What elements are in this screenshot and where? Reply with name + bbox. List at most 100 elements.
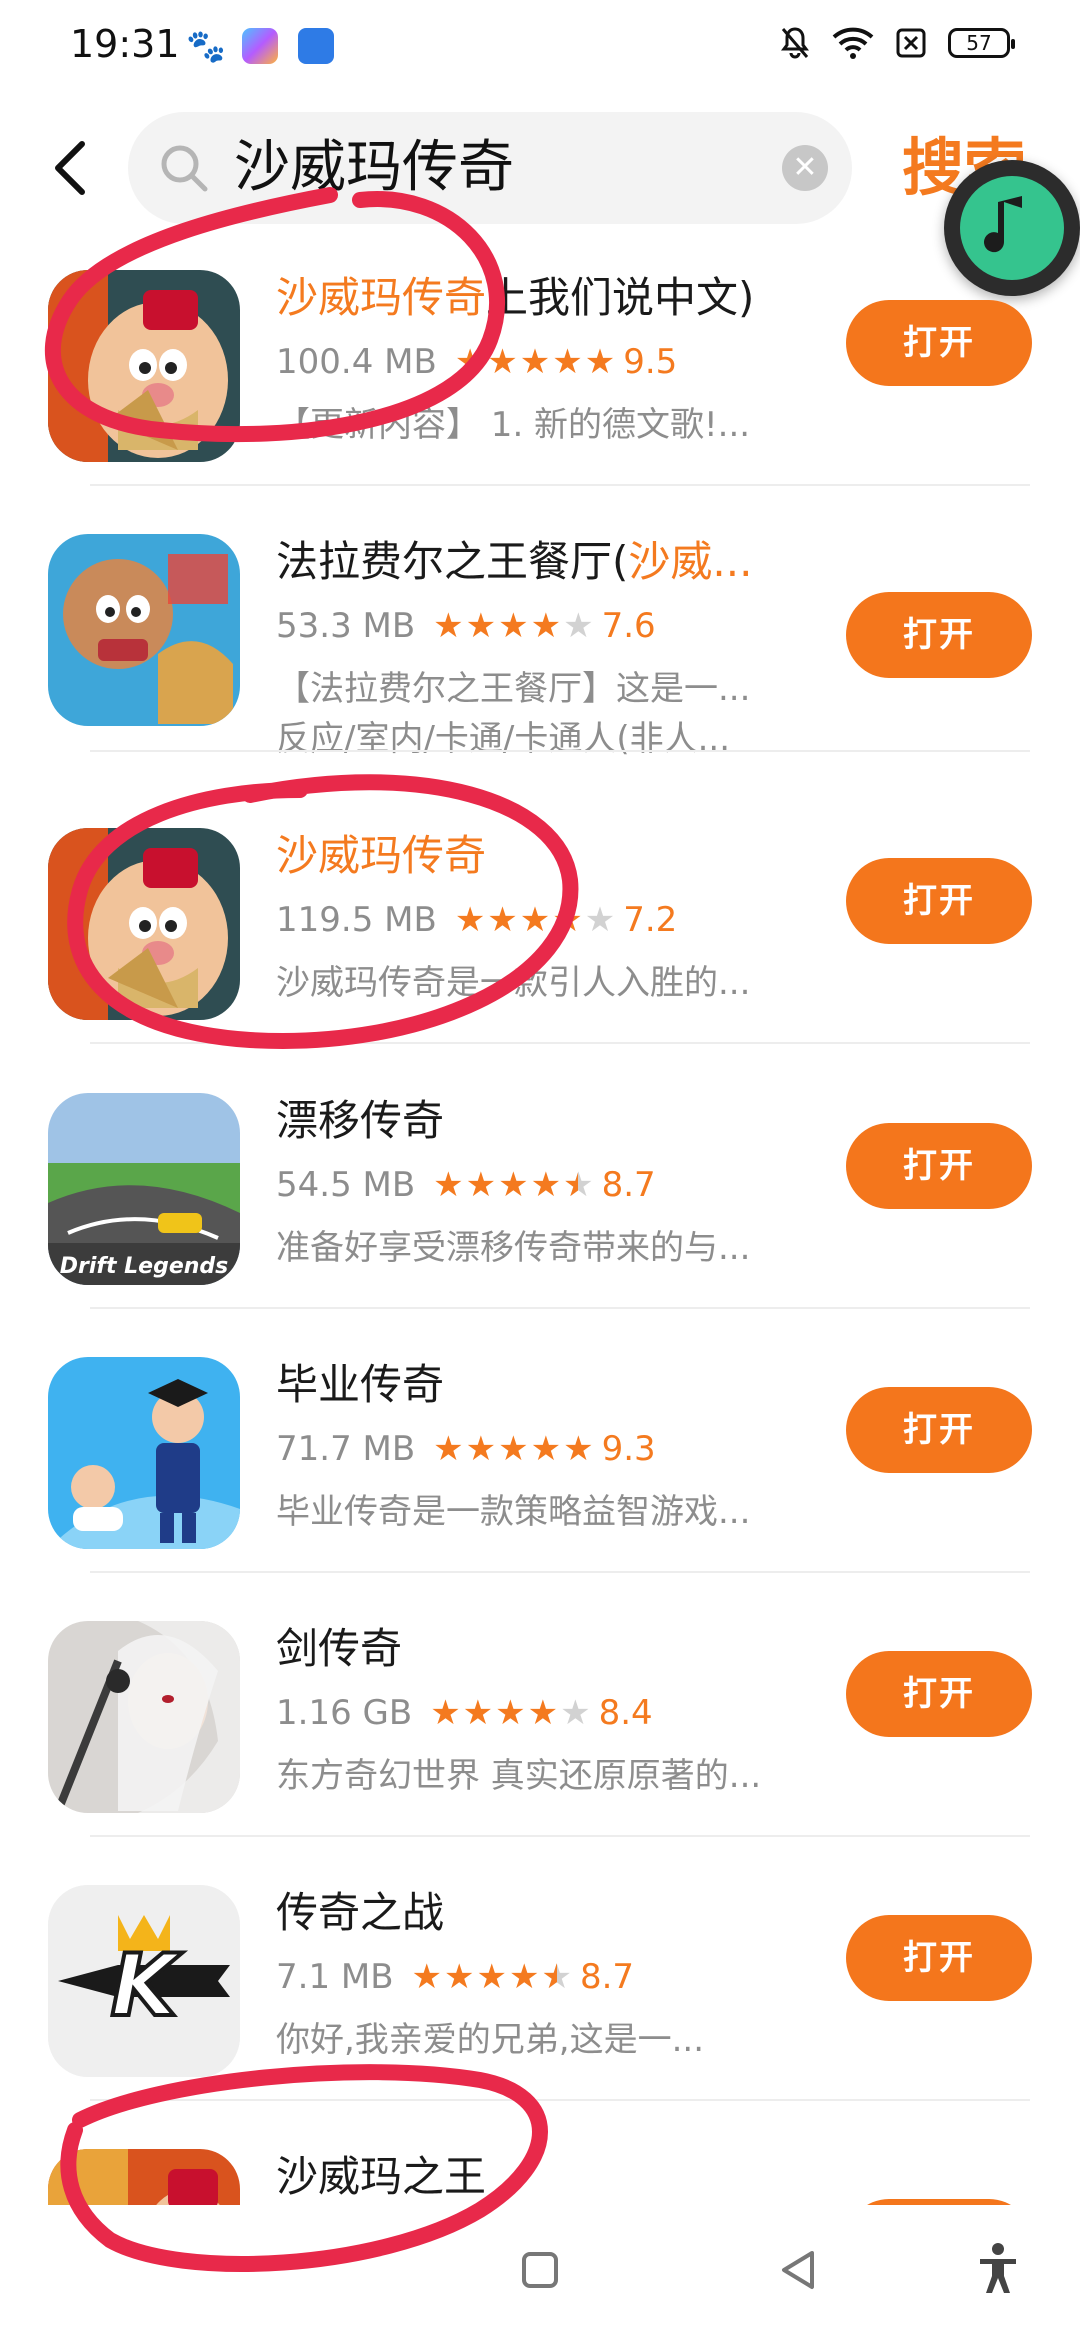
- graduation-legend-icon[interactable]: [48, 1357, 240, 1549]
- app-name: 剑传奇: [276, 1624, 403, 1673]
- star-icon: ★: [530, 606, 562, 646]
- star-icon: ★: [530, 1165, 562, 1205]
- list-item[interactable]: 沙威玛传奇 119.5 MB ★ ★ ★ ★ ★ 7.2 沙威玛传奇是一款引人入胜的..…: [0, 780, 1080, 1044]
- app-size: 54.5 MB: [276, 1165, 416, 1205]
- shawarma-king-icon[interactable]: [48, 2149, 240, 2205]
- star-icon: ★: [462, 1693, 494, 1733]
- star-icon: ★: [552, 342, 583, 382]
- search-icon: [161, 145, 208, 192]
- home-square-icon[interactable]: [521, 2251, 559, 2289]
- star-icon: ★: [433, 1165, 464, 1205]
- open-button[interactable]: 打开: [846, 1387, 1032, 1473]
- star-icon: ★: [584, 342, 616, 382]
- app-meta: 71.7 MB ★ ★ ★ ★ ★ 9.3: [276, 1423, 656, 1475]
- app-size: 53.3 MB: [276, 606, 416, 646]
- star-icon: ★: [454, 342, 486, 382]
- app-description: 东方奇幻世界 真实还原原著的...: [276, 1756, 762, 1796]
- list-item[interactable]: 沙威玛传奇上我们说中文) 100.4 MB ★ ★ ★ ★ ★ 9.5 【更新内容】 1…: [0, 260, 1080, 486]
- star-icon: ★: [487, 900, 518, 940]
- close-box-icon: [896, 28, 926, 58]
- rating-score: 7.2: [623, 900, 678, 940]
- notification-icons: 🐾: [186, 28, 334, 64]
- star-icon: ★: [530, 1429, 562, 1469]
- menu-icon[interactable]: [262, 2257, 302, 2267]
- open-button[interactable]: 打开: [846, 1915, 1032, 2001]
- rating-stars: ★ ★ ★ ★ ★: [433, 1429, 593, 1469]
- drift-legends-icon[interactable]: Drift Legends: [48, 1093, 240, 1285]
- star-icon: ★: [465, 1165, 497, 1205]
- app-description: 你好,我亲爱的兄弟,这是一...: [276, 2020, 705, 2060]
- app-description: 【法拉费尔之王餐厅】这是一...: [276, 669, 751, 709]
- star-icon: ★: [487, 342, 518, 382]
- app-description: 毕业传奇是一款策略益智游戏...: [276, 1492, 751, 1532]
- back-icon[interactable]: [48, 138, 98, 198]
- search-input[interactable]: 沙威玛传奇 ✕: [128, 112, 852, 224]
- list-item[interactable]: 毕业传奇 71.7 MB ★ ★ ★ ★ ★ 9.3 毕业传奇是一款策略益智游戏... …: [0, 1309, 1080, 1573]
- search-query[interactable]: 沙威玛传奇: [234, 134, 514, 202]
- star-icon: ★: [498, 1165, 529, 1205]
- star-icon: ★: [454, 900, 486, 940]
- app-name: 沙威玛传奇: [276, 831, 487, 880]
- star-icon: ★: [433, 1429, 464, 1469]
- star-icon: ★: [465, 1429, 497, 1469]
- list-item[interactable]: 剑传奇 1.16 GB ★ ★ ★ ★ ★ 8.4 东方奇幻世界 真实还原原著的... …: [0, 1573, 1080, 1837]
- rating-score: 8.7: [601, 1165, 656, 1205]
- star-icon: ★: [465, 606, 497, 646]
- app-size: 119.5 MB: [276, 900, 437, 940]
- open-button[interactable]: 打开: [846, 300, 1032, 386]
- star-icon: ★: [509, 1957, 540, 1997]
- open-button[interactable]: 打开: [846, 592, 1032, 678]
- drift-legends-icon-label: Drift Legends: [60, 1254, 229, 1279]
- rating-stars: ★ ★ ★ ★ ★: [455, 342, 615, 382]
- star-icon: ★: [560, 1693, 591, 1733]
- app-result-list: 沙威玛传奇上我们说中文) 100.4 MB ★ ★ ★ ★ ★ 9.5 【更新内容】 1…: [0, 260, 1080, 2205]
- shawarma-legend-icon[interactable]: [48, 828, 240, 1020]
- app-description: 沙威玛传奇是一款引人入胜的...: [276, 963, 751, 1003]
- app-tags: 反应/室内/卡通/卡通人(非人...: [276, 719, 731, 759]
- app-name: 漂移传奇: [276, 1096, 445, 1145]
- open-button[interactable]: 打开: [846, 1123, 1032, 1209]
- rating-stars: ★ ★ ★ ★ ★: [433, 1165, 593, 1205]
- colorful-app-icon: [242, 28, 278, 64]
- star-icon: ★: [563, 606, 594, 646]
- status-time: 19:31: [70, 22, 180, 66]
- open-button[interactable]: 打开: [846, 858, 1032, 944]
- blue-app-icon: [298, 28, 334, 64]
- star-icon: ★: [444, 1957, 475, 1997]
- app-meta: 100.4 MB ★ ★ ★ ★ ★ 9.5: [276, 336, 677, 388]
- app-meta: 54.5 MB ★★★★★ 8.7: [276, 1159, 656, 1211]
- back-triangle-icon[interactable]: [778, 2249, 818, 2291]
- star-icon: ★: [519, 900, 551, 940]
- list-item[interactable]: 法拉费尔之王餐厅(沙威... 53.3 MB ★ ★ ★ ★ ★ 7.6 【法拉费尔之王…: [0, 486, 1080, 759]
- list-item[interactable]: Drift Legends 漂移传奇 54.5 MB ★★★★★ 8.7 准备好…: [0, 1045, 1080, 1309]
- app-name: 传奇之战: [276, 1888, 445, 1937]
- open-button[interactable]: 打开: [846, 1651, 1032, 1737]
- accessibility-icon[interactable]: [978, 2243, 1018, 2295]
- star-icon: ★: [433, 606, 464, 646]
- app-size: 100.4 MB: [276, 342, 437, 382]
- divider: [90, 750, 1030, 752]
- falafel-king-icon[interactable]: [48, 534, 240, 726]
- star-icon: ★: [411, 1957, 443, 1997]
- rating-score: 9.3: [601, 1429, 656, 1469]
- app-meta: 119.5 MB ★ ★ ★ ★ ★ 7.2: [276, 894, 677, 946]
- list-item[interactable]: 沙威玛之王 打开: [0, 2101, 1080, 2205]
- baidu-paw-icon: 🐾: [186, 27, 226, 65]
- app-name: 法拉费尔之王餐厅(沙威...: [276, 537, 753, 586]
- star-icon: ★: [541, 1957, 571, 1997]
- battery-icon: 57: [948, 28, 1015, 58]
- divider: [90, 1042, 1030, 1044]
- list-item[interactable]: K 传奇之战 7.1 MB ★★★★★ 8.7 你好,我亲爱的兄弟,这是一...…: [0, 1837, 1080, 2101]
- sword-legend-icon[interactable]: [48, 1621, 240, 1813]
- legend-war-icon[interactable]: K: [48, 1885, 240, 2077]
- rating-stars: ★ ★ ★ ★ ★: [412, 1957, 572, 1997]
- clear-icon[interactable]: ✕: [782, 145, 828, 191]
- star-icon: ★: [584, 900, 616, 940]
- star-icon: ★: [498, 1429, 529, 1469]
- rating-score: 8.4: [598, 1693, 653, 1733]
- rating-stars: ★ ★ ★ ★ ★: [430, 1693, 590, 1733]
- rating-score: 9.5: [623, 342, 678, 382]
- shawarma-legend-icon[interactable]: [48, 270, 240, 462]
- app-name: 沙威玛之王: [276, 2152, 487, 2201]
- app-description: 【更新内容】 1. 新的德文歌!...: [276, 405, 751, 445]
